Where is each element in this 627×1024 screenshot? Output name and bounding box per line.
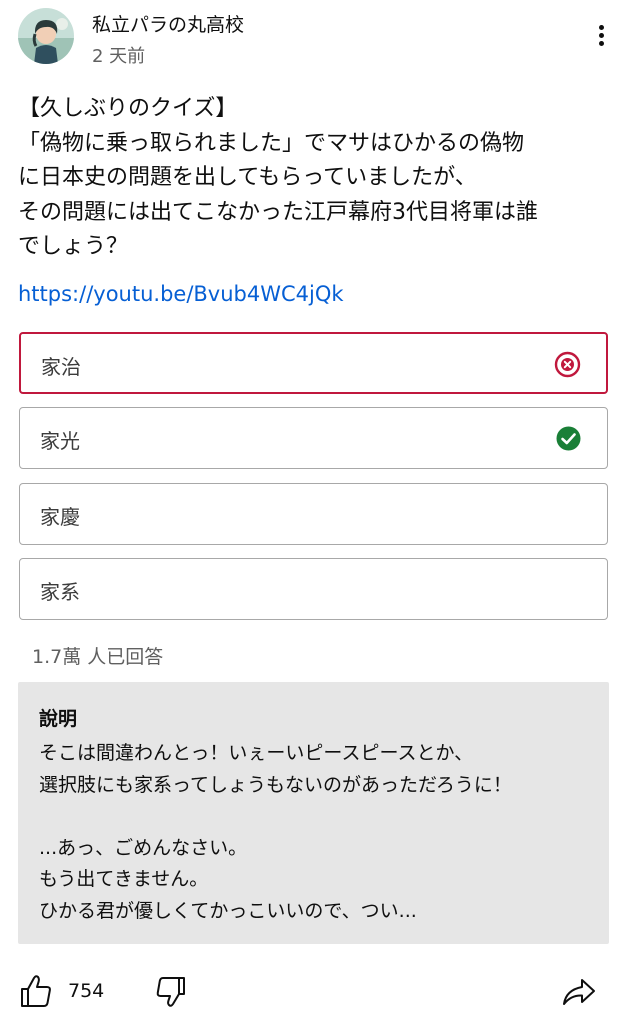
explanation-line: そこは間違わんとっ！いぇーいピースピースとか、	[39, 742, 474, 764]
post-text: 【久しぶりのクイズ】 「偽物に乗っ取られました」でマサはひかるの偽物 に日本史の…	[18, 92, 613, 265]
channel-avatar[interactable]	[18, 8, 74, 64]
explanation-line: もう出てきません。	[39, 868, 209, 890]
explanation-body: そこは間違わんとっ！いぇーいピースピースとか、 選択肢にも家系ってしょうもないの…	[39, 738, 512, 927]
thumbs-down-icon[interactable]	[156, 976, 186, 1008]
quiz-option-label: 家治	[41, 355, 81, 379]
post-text-line: 【久しぶりのクイズ】	[18, 96, 238, 121]
channel-name[interactable]: 私立パラの丸高校	[92, 10, 244, 37]
explanation-line: ...あっ、ごめんなさい。	[39, 836, 248, 859]
post-header: 私立パラの丸高校 2 天前	[18, 8, 613, 68]
post-text-line: その問題には出てこなかった江戸幕府3代目将軍は誰	[18, 199, 538, 225]
action-bar: 754	[0, 966, 627, 1018]
quiz-option[interactable]: 家慶	[19, 483, 608, 545]
answer-count: 1.7萬 人已回答	[32, 646, 164, 668]
quiz-option[interactable]: 家系	[19, 558, 608, 620]
explanation-box: 說明 そこは間違わんとっ！いぇーいピースピースとか、 選択肢にも家系ってしょうも…	[18, 682, 609, 944]
more-options-icon[interactable]	[591, 22, 611, 50]
quiz-option-label: 家慶	[40, 505, 80, 529]
quiz-option-wrong[interactable]: 家治	[19, 332, 608, 394]
explanation-title: 說明	[39, 708, 78, 730]
explanation-line	[39, 801, 512, 833]
x-circle-icon	[554, 351, 581, 378]
quiz-option-label: 家系	[40, 580, 80, 604]
post-text-line: 「偽物に乗っ取られました」でマサはひかるの偽物	[18, 130, 525, 156]
quiz-option-correct[interactable]: 家光	[19, 407, 608, 469]
thumbs-up-icon[interactable]	[20, 974, 52, 1008]
post-text-line: でしょう？	[18, 234, 129, 259]
check-circle-icon	[555, 425, 582, 452]
share-icon[interactable]	[562, 978, 596, 1006]
explanation-line: ひかる君が優しくてかっこいいので、つい...	[39, 899, 417, 922]
post-text-line: に日本史の問題を出してもらっていましたが、	[18, 165, 477, 190]
like-count: 754	[68, 980, 105, 1002]
post-timestamp: 2 天前	[92, 46, 146, 67]
quiz-option-label: 家光	[40, 429, 80, 453]
explanation-line: 選択肢にも家系ってしょうもないのがあっただろうに！	[39, 773, 512, 796]
post-link[interactable]: https://youtu.be/Bvub4WC4jQk	[18, 282, 344, 306]
